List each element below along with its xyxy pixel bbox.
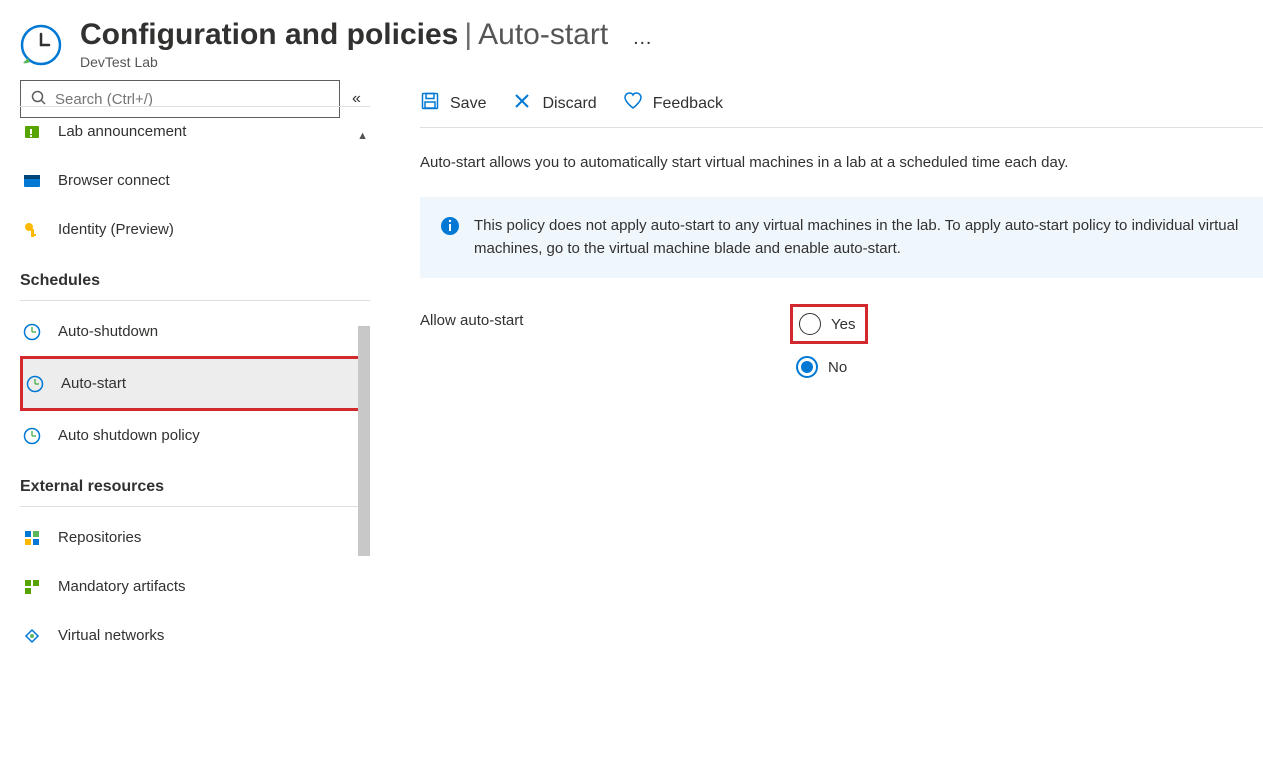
page-title-section: Auto-start (478, 18, 608, 52)
radio-label: Yes (831, 316, 855, 333)
artifacts-icon (22, 577, 42, 597)
sidebar-item-label: Identity (Preview) (58, 221, 174, 238)
discard-button[interactable]: Discard (512, 91, 596, 116)
radio-option-yes[interactable]: Yes (790, 304, 868, 344)
search-input[interactable] (55, 91, 329, 108)
vnet-icon (22, 626, 42, 646)
sidebar-item-lab-announcement[interactable]: Lab announcement (20, 107, 370, 156)
save-icon (420, 91, 440, 116)
clock-icon (25, 374, 45, 394)
sidebar-item-label: Repositories (58, 529, 141, 546)
page-title-row: Configuration and policies | Auto-start … (80, 18, 654, 52)
sidebar-item-browser-connect[interactable]: Browser connect (20, 156, 370, 205)
clock-resource-icon (20, 24, 62, 66)
radio-label: No (828, 359, 847, 376)
sidebar-item-label: Lab announcement (58, 123, 186, 140)
resource-type-label: DevTest Lab (80, 54, 654, 70)
info-text: This policy does not apply auto-start to… (474, 215, 1243, 260)
repo-icon (22, 528, 42, 548)
feedback-button[interactable]: Feedback (623, 91, 723, 116)
clock-icon (22, 426, 42, 446)
allow-auto-start-row: Allow auto-start Yes No (420, 304, 1263, 384)
sidebar-item-label: Mandatory artifacts (58, 578, 186, 595)
page-title: Configuration and policies (80, 18, 458, 52)
close-icon (512, 91, 532, 116)
more-actions-icon[interactable]: … (632, 27, 654, 50)
sidebar-section-schedules: Schedules (20, 254, 370, 301)
sidebar-item-auto-shutdown-policy[interactable]: Auto shutdown policy (20, 411, 370, 460)
scroll-up-icon[interactable]: ▲ (357, 130, 368, 142)
radio-circle-selected (796, 356, 818, 378)
browser-icon (22, 171, 42, 191)
radio-circle (799, 313, 821, 335)
toolbar-label: Feedback (653, 95, 723, 113)
sidebar-item-label: Auto-start (61, 375, 126, 392)
sidebar-item-repositories[interactable]: Repositories (20, 513, 370, 562)
heart-icon (623, 91, 643, 116)
main-content: Save Discard Feedback Auto-start allows … (370, 80, 1263, 724)
allow-auto-start-radio-group: Yes No (790, 304, 868, 384)
sidebar-item-virtual-networks[interactable]: Virtual networks (20, 611, 370, 660)
sidebar-item-auto-shutdown[interactable]: Auto-shutdown (20, 307, 370, 356)
scrollbar-thumb[interactable] (358, 326, 370, 556)
toolbar-label: Save (450, 95, 486, 113)
clock-icon (22, 322, 42, 342)
sidebar-item-label: Browser connect (58, 172, 170, 189)
announcement-icon (22, 122, 42, 142)
page-description: Auto-start allows you to automatically s… (420, 154, 1263, 171)
title-separator: | (464, 18, 472, 52)
sidebar: « ▲ Lab announcement Browser connect (0, 80, 370, 724)
sidebar-item-label: Auto shutdown policy (58, 427, 200, 444)
key-icon (22, 220, 42, 240)
sidebar-item-label: Auto-shutdown (58, 323, 158, 340)
sidebar-item-mandatory-artifacts[interactable]: Mandatory artifacts (20, 562, 370, 611)
sidebar-item-auto-start[interactable]: Auto-start (23, 359, 367, 408)
page-header: Configuration and policies | Auto-start … (0, 0, 1263, 80)
highlight-auto-start: Auto-start (20, 356, 370, 411)
radio-option-no[interactable]: No (790, 350, 868, 384)
toolbar-label: Discard (542, 95, 596, 113)
toolbar: Save Discard Feedback (420, 80, 1263, 128)
save-button[interactable]: Save (420, 91, 486, 116)
info-banner: This policy does not apply auto-start to… (420, 197, 1263, 278)
info-icon (440, 216, 460, 239)
sidebar-item-label: Virtual networks (58, 627, 164, 644)
sidebar-section-external: External resources (20, 460, 370, 507)
form-label: Allow auto-start (420, 304, 790, 329)
sidebar-item-identity[interactable]: Identity (Preview) (20, 205, 370, 254)
